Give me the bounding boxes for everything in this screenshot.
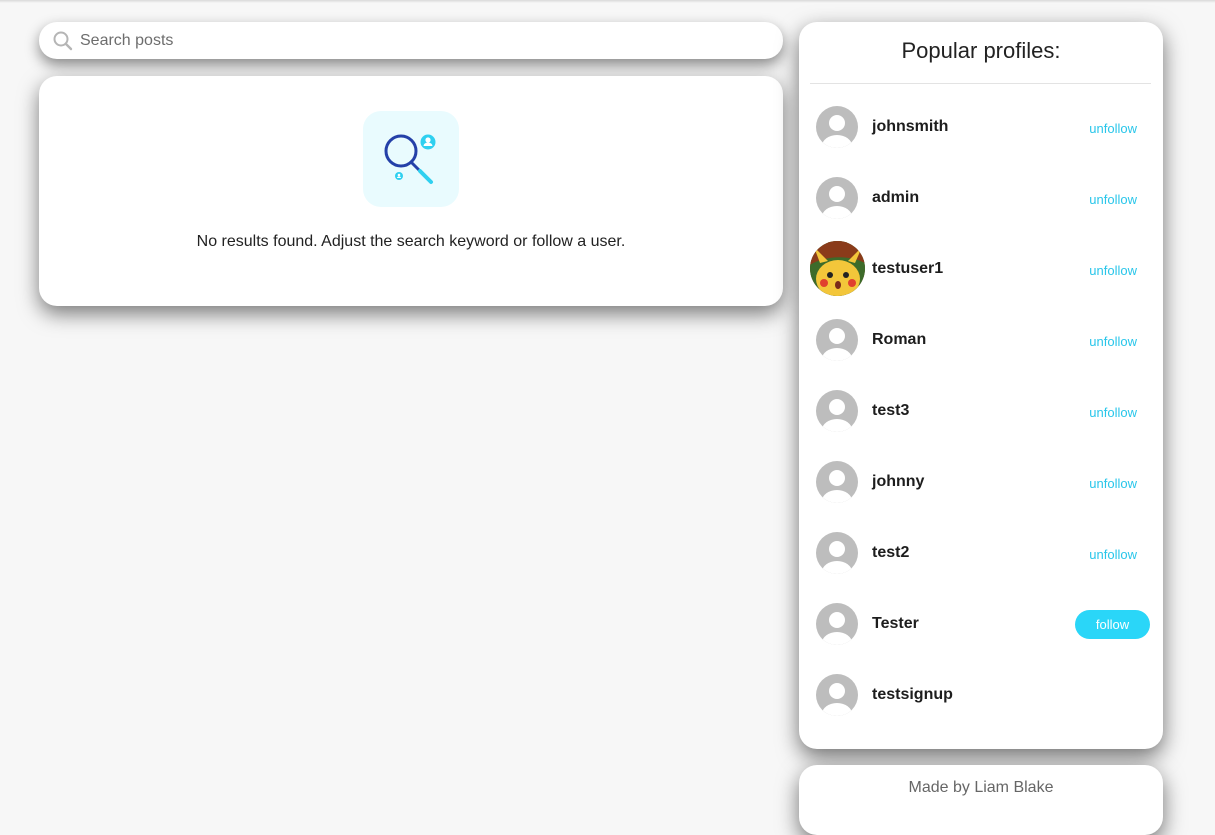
username[interactable]: testuser1 (872, 260, 943, 278)
footer-card: Made by Liam Blake (799, 765, 1163, 835)
unfollow-link[interactable]: unfollow (1089, 334, 1137, 349)
unfollow-link[interactable]: unfollow (1089, 121, 1137, 136)
panel-title: Popular profiles: (901, 38, 1061, 63)
unfollow-link[interactable]: unfollow (1089, 192, 1137, 207)
username[interactable]: Tester (872, 615, 919, 633)
avatar[interactable] (816, 106, 858, 148)
avatar[interactable] (816, 603, 858, 645)
username[interactable]: test2 (872, 544, 909, 562)
profile-row: test3 unfollow (799, 375, 1163, 446)
username[interactable]: johnsmith (872, 118, 948, 136)
top-edge (0, 0, 1215, 3)
avatar[interactable] (816, 532, 858, 574)
avatar[interactable] (816, 177, 858, 219)
username[interactable]: johnny (872, 473, 924, 491)
profile-list: johnsmith unfollow admin unfollow testus… (799, 91, 1163, 730)
username[interactable]: Roman (872, 331, 926, 349)
avatar[interactable] (816, 674, 858, 716)
avatar[interactable] (816, 390, 858, 432)
profile-row: johnny unfollow (799, 446, 1163, 517)
profile-row: testuser1 unfollow (799, 233, 1163, 304)
unfollow-link[interactable]: unfollow (1089, 476, 1137, 491)
unfollow-link[interactable]: unfollow (1089, 547, 1137, 562)
profile-row: Tester follow (799, 588, 1163, 659)
footer-credit: Made by Liam Blake (908, 779, 1054, 796)
pikachu-avatar[interactable] (810, 241, 865, 296)
avatar[interactable] (816, 461, 858, 503)
username[interactable]: admin (872, 189, 919, 207)
results-card: No results found. Adjust the search keyw… (39, 76, 783, 306)
avatar[interactable] (816, 319, 858, 361)
unfollow-link[interactable]: unfollow (1089, 405, 1137, 420)
popular-profiles-panel: Popular profiles: johnsmith unfollow adm… (799, 22, 1163, 749)
search-bar[interactable] (39, 22, 783, 59)
unfollow-link[interactable]: unfollow (1089, 263, 1137, 278)
follow-button[interactable]: follow (1075, 610, 1150, 639)
profile-row: admin unfollow (799, 162, 1163, 233)
profile-row: test2 unfollow (799, 517, 1163, 588)
profile-row: johnsmith unfollow (799, 91, 1163, 162)
profile-row: Roman unfollow (799, 304, 1163, 375)
empty-results-message: No results found. Adjust the search keyw… (196, 233, 626, 250)
username[interactable]: testsignup (872, 686, 953, 704)
divider (810, 83, 1151, 84)
search-icon (53, 31, 73, 50)
search-input[interactable] (80, 25, 740, 56)
search-users-icon (363, 111, 459, 207)
profile-row: testsignup (799, 659, 1163, 730)
username[interactable]: test3 (872, 402, 909, 420)
